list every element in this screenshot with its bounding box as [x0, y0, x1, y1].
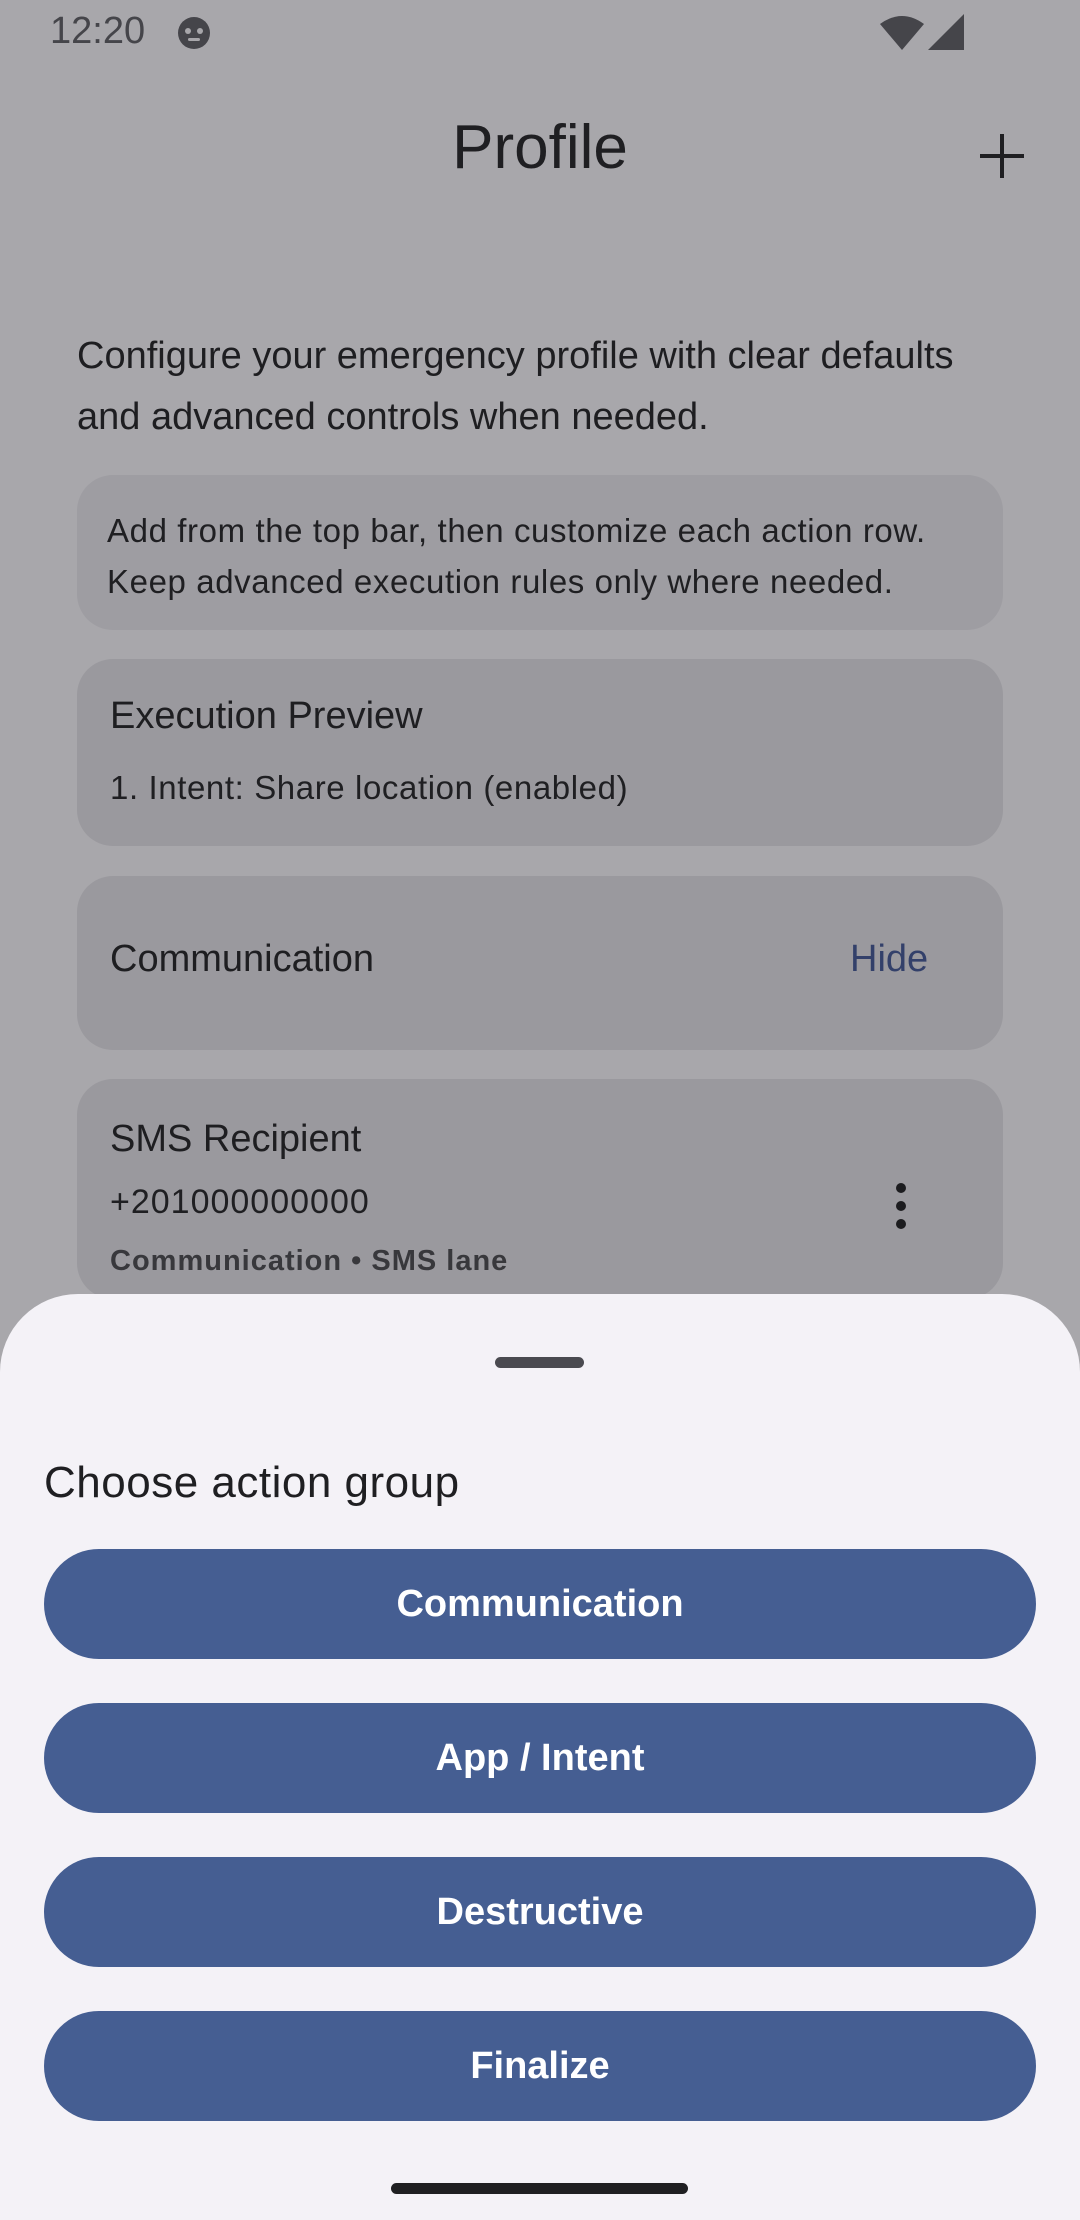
status-bar: 12:20: [0, 0, 1080, 66]
wifi-icon: [880, 16, 924, 50]
page-title: Profile: [452, 113, 628, 182]
execution-preview-title: Execution Preview: [110, 695, 423, 737]
plus-icon: [980, 134, 1024, 178]
sheet-title: Choose action group: [44, 1458, 460, 1507]
sms-recipient-meta: Communication • SMS lane: [110, 1245, 509, 1277]
sms-recipient-title: SMS Recipient: [110, 1118, 362, 1160]
execution-preview-item: 1. Intent: Share location (enabled): [110, 769, 629, 806]
app-intent-group-button[interactable]: App / Intent: [44, 1703, 1036, 1813]
finalize-group-button[interactable]: Finalize: [44, 2011, 1036, 2121]
sms-recipient-number: +201000000000: [110, 1183, 370, 1221]
add-action-button[interactable]: [970, 124, 1034, 188]
destructive-group-button[interactable]: Destructive: [44, 1857, 1036, 1967]
intro-text: Configure your emergency profile with cl…: [77, 335, 954, 438]
sheet-drag-handle[interactable]: [495, 1357, 584, 1368]
cell-signal-icon: [928, 14, 964, 50]
more-vert-icon[interactable]: [877, 1170, 925, 1242]
communication-section-title: Communication: [110, 938, 374, 980]
communication-group-button[interactable]: Communication: [44, 1549, 1036, 1659]
execution-preview-card: Execution Preview 1. Intent: Share locat…: [77, 659, 1003, 846]
sms-recipient-card[interactable]: SMS Recipient +201000000000 Communicatio…: [77, 1079, 1003, 1299]
action-group-bottom-sheet: Choose action group Communication App / …: [0, 1294, 1080, 2220]
status-time: 12:20: [50, 10, 146, 52]
app-notification-icon: [176, 14, 212, 50]
hide-section-button[interactable]: Hide: [850, 938, 928, 981]
communication-section-card: Communication Hide: [77, 876, 1003, 1050]
hint-text: Add from the top bar, then customize eac…: [107, 512, 926, 600]
hint-card: Add from the top bar, then customize eac…: [77, 475, 1003, 630]
gesture-nav-handle[interactable]: [391, 2183, 688, 2194]
